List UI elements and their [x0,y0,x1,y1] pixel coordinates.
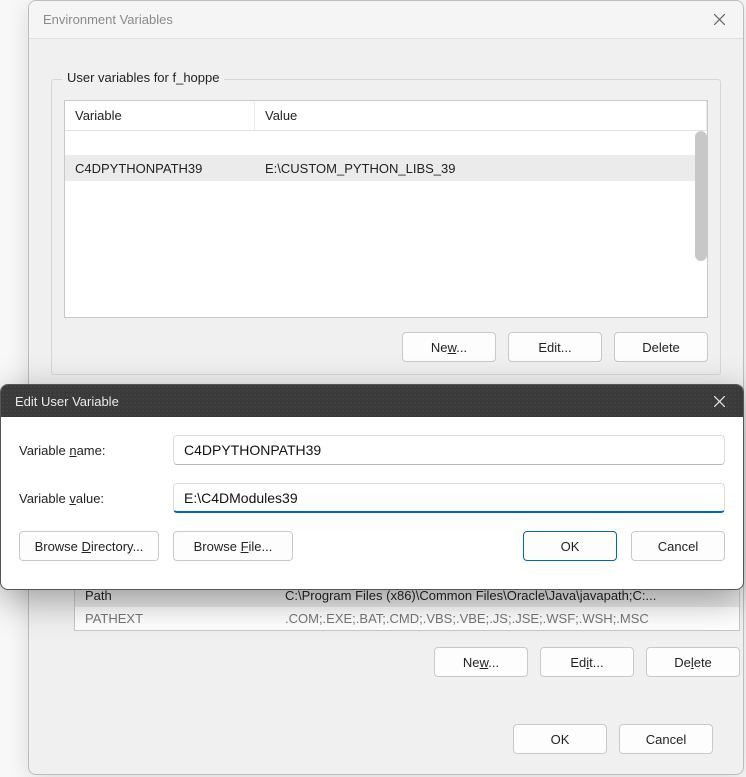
window-cancel-button[interactable]: Cancel [619,724,713,754]
system-delete-button[interactable]: Delete [646,647,740,677]
variable-name-input[interactable] [173,435,725,465]
list-row-spacer [65,131,707,155]
cell-variable: C4DPYTHONPATH39 [65,161,255,176]
user-variables-title: User variables for f_hoppe [62,70,224,85]
window-titlebar[interactable]: Environment Variables [29,1,743,39]
browse-directory-button[interactable]: Browse Directory... [19,531,159,561]
user-edit-button[interactable]: Edit... [508,332,602,362]
list-row[interactable]: PATHEXT .COM;.EXE;.BAT;.CMD;.VBS;.VBE;.J… [75,607,739,629]
browse-file-button[interactable]: Browse File... [173,531,293,561]
system-edit-button[interactable]: Edit... [540,647,634,677]
column-header-variable[interactable]: Variable [65,101,255,130]
user-variables-groupbox: User variables for f_hoppe Variable Valu… [51,79,721,375]
variable-value-row: Variable value: [19,483,725,513]
list-header: Variable Value [65,101,707,131]
column-header-value[interactable]: Value [255,101,707,130]
dialog-close-button[interactable] [695,385,743,417]
dialog-titlebar[interactable]: Edit User Variable [1,385,743,417]
dialog-cancel-button[interactable]: Cancel [631,531,725,561]
dialog-body: Variable name: Variable value: Browse Di… [1,417,743,575]
user-vars-button-row: New... Edit... Delete [64,332,708,362]
window-title: Environment Variables [43,12,173,27]
variable-value-label: Variable value: [19,491,167,506]
cell-variable: PATHEXT [75,611,275,626]
variable-name-row: Variable name: [19,435,725,465]
user-new-button[interactable]: New... [402,332,496,362]
dialog-ok-button[interactable]: OK [523,531,617,561]
close-icon [714,14,725,25]
system-vars-button-row: New... Edit... Delete [74,647,740,677]
window-body: User variables for f_hoppe Variable Valu… [29,39,743,393]
close-icon [714,396,725,407]
scrollbar-thumb[interactable] [695,131,707,261]
user-delete-button[interactable]: Delete [614,332,708,362]
edit-user-variable-dialog: Edit User Variable Variable name: Variab… [0,384,744,590]
list-body[interactable]: C4DPYTHONPATH39 E:\CUSTOM_PYTHON_LIBS_39 [65,131,707,317]
variable-value-input[interactable] [173,483,725,513]
cell-value: .COM;.EXE;.BAT;.CMD;.VBS;.VBE;.JS;.JSE;.… [275,611,739,626]
window-close-button[interactable] [695,1,743,39]
cell-value: E:\CUSTOM_PYTHON_LIBS_39 [255,161,707,176]
dialog-title: Edit User Variable [15,394,119,409]
dialog-button-row: Browse Directory... Browse File... OK Ca… [19,531,725,561]
window-ok-button[interactable]: OK [513,724,607,754]
user-variables-list[interactable]: Variable Value C4DPYTHONPATH39 E:\CUSTOM… [64,100,708,318]
variable-name-label: Variable name: [19,443,167,458]
list-row[interactable]: C4DPYTHONPATH39 E:\CUSTOM_PYTHON_LIBS_39 [65,155,707,181]
window-ok-cancel-row: OK Cancel [513,724,713,754]
system-new-button[interactable]: New... [434,647,528,677]
